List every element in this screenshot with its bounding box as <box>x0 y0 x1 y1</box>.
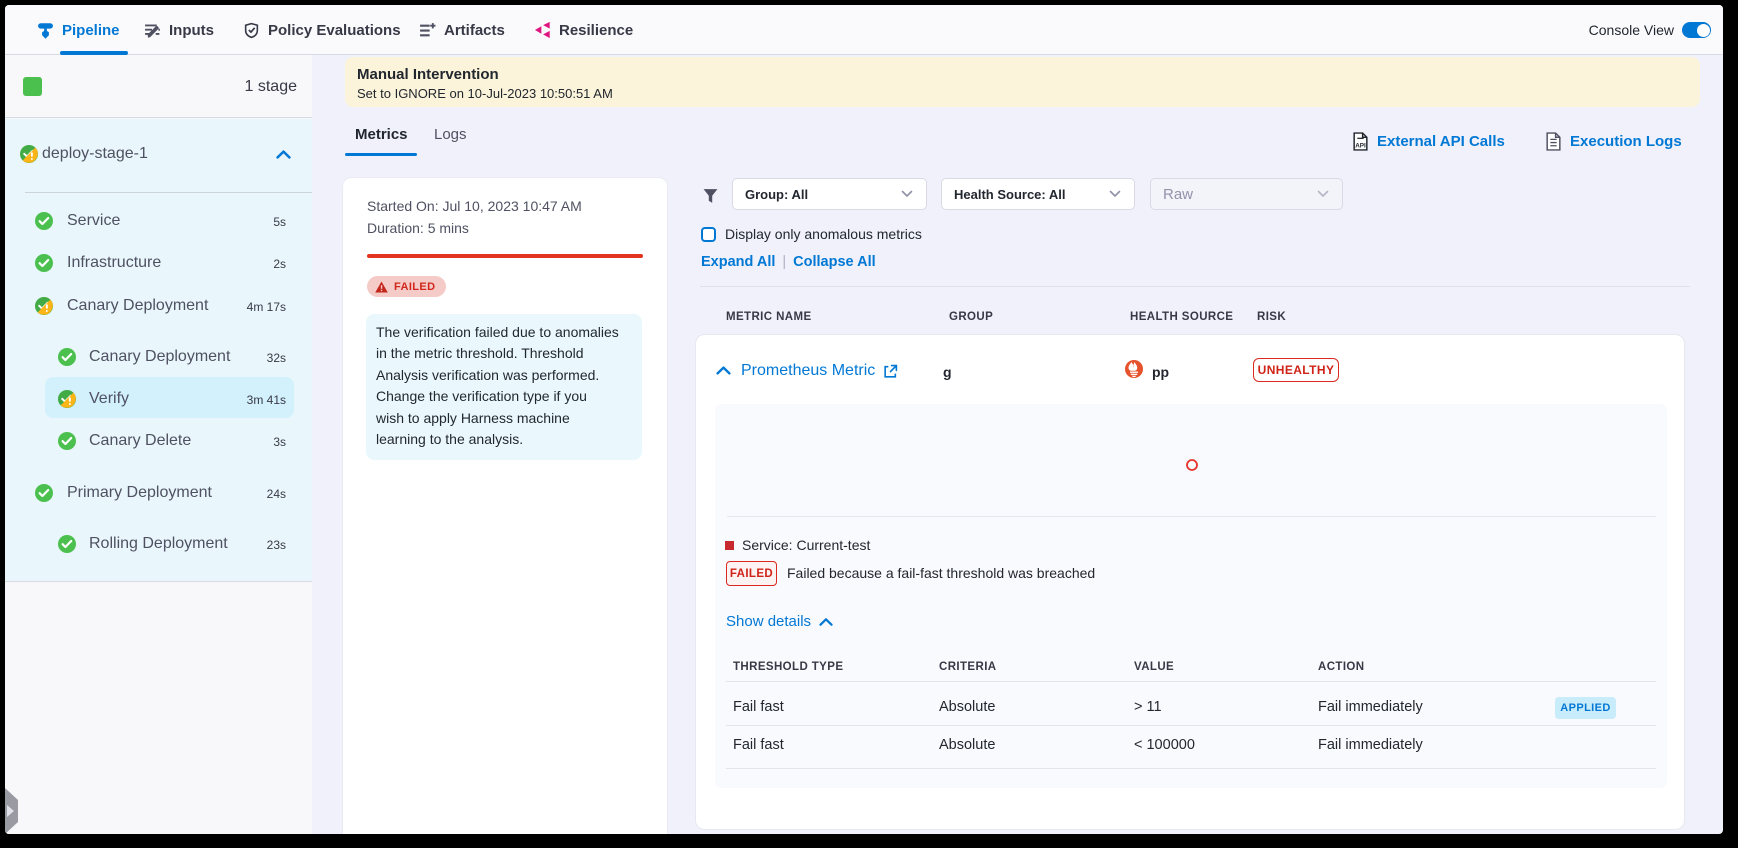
svg-text:API: API <box>1355 142 1366 149</box>
